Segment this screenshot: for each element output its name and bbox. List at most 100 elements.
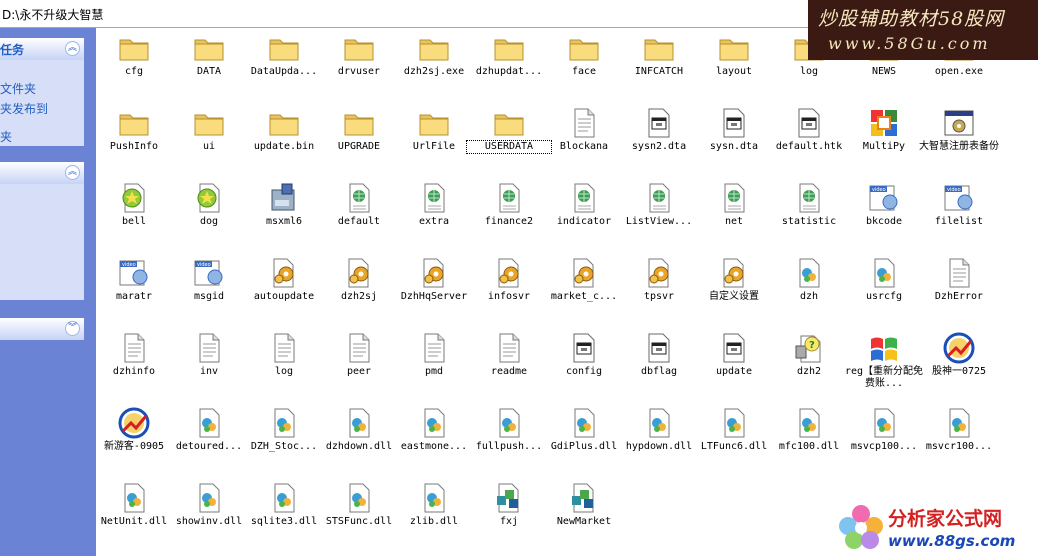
file-item[interactable]: peer [321,328,397,398]
file-item[interactable]: fullpush... [471,403,547,473]
file-item[interactable]: update.bin [246,103,322,173]
file-item[interactable]: INFCATCH [621,28,697,98]
file-item[interactable]: market_c... [546,253,622,323]
file-item[interactable]: mfc100.dll [771,403,847,473]
file-item[interactable]: 自定义设置 [696,253,772,323]
chevron-up-icon[interactable]: ︽ [65,41,80,56]
folder-icon [343,32,375,64]
file-item[interactable]: msvcr100... [921,403,997,473]
file-item[interactable]: config [546,328,622,398]
file-item[interactable]: MultiPy [846,103,922,173]
file-item[interactable]: PushInfo [96,103,172,173]
file-item[interactable]: autoupdate [246,253,322,323]
data-cubes-icon [493,482,525,514]
file-item[interactable]: default [321,178,397,248]
file-item[interactable]: extra [396,178,472,248]
file-item[interactable]: dbflag [621,328,697,398]
file-item[interactable]: sysn2.dta [621,103,697,173]
file-item[interactable]: UrlFile [396,103,472,173]
file-item[interactable]: fxj [471,478,547,548]
file-item[interactable]: NewMarket [546,478,622,548]
file-item[interactable]: pmd [396,328,472,398]
file-label: net [724,216,744,227]
file-item[interactable]: dzhinfo [96,328,172,398]
sidebar-item-share-folder[interactable]: 夹 [0,128,12,145]
file-item[interactable]: dzh2sj [321,253,397,323]
file-item[interactable]: usrcfg [846,253,922,323]
file-item[interactable]: 股神一0725 [921,328,997,398]
chevron-down-icon[interactable]: ︾ [65,321,80,336]
panel-header[interactable]: ︾ [0,318,84,340]
file-item[interactable]: DATA [171,28,247,98]
file-item[interactable]: log [246,328,322,398]
file-item[interactable]: DataUpda... [246,28,322,98]
file-item[interactable]: cfg [96,28,172,98]
file-item[interactable]: indicator [546,178,622,248]
file-item[interactable]: sqlite3.dll [246,478,322,548]
file-item[interactable]: net [696,178,772,248]
file-item[interactable]: detoured... [171,403,247,473]
file-item[interactable]: reg【重新分配免费账... [845,328,923,398]
file-item[interactable]: DzhError [921,253,997,323]
address-bar[interactable]: D:\永不升级大智慧 [0,0,812,28]
file-item[interactable]: ui [171,103,247,173]
file-item[interactable]: hypdown.dll [621,403,697,473]
file-item[interactable]: tpsvr [621,253,697,323]
file-item[interactable]: 大智慧注册表备份 [919,103,999,173]
file-item[interactable]: 新游客-0905 [96,403,172,473]
file-item[interactable]: readme [471,328,547,398]
file-item[interactable]: DzhHqServer [396,253,472,323]
file-item[interactable]: face [546,28,622,98]
file-item[interactable]: NetUnit.dll [96,478,172,548]
sidebar-item-new-folder[interactable]: 文件夹 [0,80,36,97]
file-item[interactable]: dzhdown.dll [321,403,397,473]
file-label: USERDATA [466,140,552,154]
file-item[interactable]: infosvr [471,253,547,323]
file-item[interactable]: ? dzh2 [771,328,847,398]
text-document-icon [568,107,600,139]
file-label: 新游客-0905 [103,441,165,452]
file-item[interactable]: default.htk [771,103,847,173]
file-item[interactable]: dzhupdat... [471,28,547,98]
file-item[interactable]: STSFunc.dll [321,478,397,548]
file-item[interactable]: statistic [771,178,847,248]
file-item[interactable]: video bkcode [846,178,922,248]
file-item[interactable]: bell [96,178,172,248]
file-item[interactable]: video filelist [921,178,997,248]
file-item[interactable]: video msgid [171,253,247,323]
file-item[interactable]: UPGRADE [321,103,397,173]
file-item[interactable]: video maratr [96,253,172,323]
chevron-up-icon[interactable]: ︽ [65,165,80,180]
file-item[interactable]: Blockana [546,103,622,173]
svg-text:video: video [947,187,961,193]
file-label: bell [121,216,147,227]
file-item[interactable]: msxml6 [246,178,322,248]
file-item[interactable]: LTFunc6.dll [696,403,772,473]
sidebar-item-publish-folder[interactable]: 夹发布到 [0,100,48,117]
file-item[interactable]: msvcp100... [846,403,922,473]
file-item[interactable]: DZH_Stoc... [246,403,322,473]
panel-header[interactable]: 任务 ︽ [0,38,84,60]
file-item[interactable]: drvuser [321,28,397,98]
file-label: Blockana [559,141,609,152]
file-item[interactable]: finance2 [471,178,547,248]
file-item[interactable]: sysn.dta [696,103,772,173]
file-item[interactable]: update [696,328,772,398]
file-item[interactable]: USERDATA [466,103,552,173]
file-item[interactable]: dzh2sj.exe [396,28,472,98]
file-list-view[interactable]: cfg DATA DataUpda... drvuser dzh2sj.exe dzhup… [96,28,999,556]
file-item[interactable]: GdiPlus.dll [546,403,622,473]
config-file-icon [793,182,825,214]
panel-header[interactable]: ︽ [0,162,84,184]
file-item[interactable]: zlib.dll [396,478,472,548]
file-item[interactable]: dog [171,178,247,248]
file-label: indicator [556,216,612,227]
file-item[interactable]: inv [171,328,247,398]
file-label: UPGRADE [337,141,381,152]
file-item[interactable]: showinv.dll [171,478,247,548]
file-item[interactable]: eastmone... [396,403,472,473]
file-item[interactable]: dzh [771,253,847,323]
dll-file-icon [418,482,450,514]
file-item[interactable]: layout [696,28,772,98]
file-item[interactable]: ListView... [621,178,697,248]
